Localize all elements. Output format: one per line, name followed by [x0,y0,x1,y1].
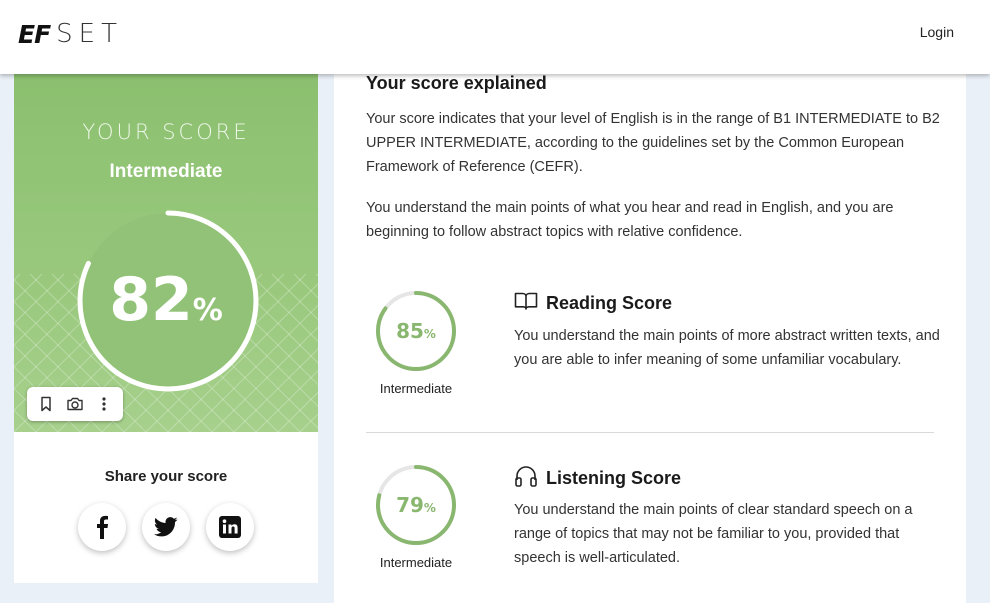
linkedin-icon[interactable] [206,503,254,551]
listening-score: 79% [375,493,457,517]
listening-level: Intermediate [379,555,453,570]
reading-title: Reading Score [546,293,673,313]
explanation-card: Your score explained Your score indicate… [334,73,966,603]
top-header: EF SET Login [0,0,990,74]
explanation-title: Your score explained [366,73,547,93]
reading-score-value: 85 [396,319,424,343]
section-divider [366,432,934,433]
score-panel: YOUR SCORE Intermediate 82% [14,74,318,432]
login-link[interactable]: Login [920,24,954,40]
bookmark-icon[interactable] [33,391,59,417]
score-card: YOUR SCORE Intermediate 82% Share your s… [14,74,318,583]
camera-icon[interactable] [62,391,88,417]
reading-description: You understand the main points of more a… [514,328,940,368]
listening-score-value: 79 [396,493,424,517]
logo-text: SET [56,19,123,49]
level-label: Intermediate [109,161,223,182]
share-title: Share your score [104,468,228,485]
overall-score: 82% [76,265,256,335]
listening-score-percent: % [423,501,436,515]
overall-score-percent: % [192,293,223,328]
your-score-heading: YOUR SCORE [82,120,250,144]
more-vertical-icon[interactable] [91,391,117,417]
explanation-paragraph-1: Your score indicates that your level of … [366,111,940,175]
explanation-paragraph-2: You understand the main points of what y… [366,200,894,240]
reading-score-percent: % [423,327,436,341]
pattern-line [14,273,21,281]
reading-level: Intermediate [379,381,453,396]
book-icon [514,291,538,316]
listening-heading: Listening Score [514,465,681,492]
image-toolbar [27,387,123,421]
listening-title: Listening Score [546,468,682,488]
reading-score: 85% [375,319,457,343]
ef-set-logo[interactable]: EF SET [18,19,123,49]
twitter-icon[interactable] [142,503,190,551]
logo-mark: EF [18,19,51,49]
facebook-icon[interactable] [78,503,126,551]
overall-score-value: 82 [109,265,193,335]
reading-heading: Reading Score [514,291,672,316]
headphones-icon [514,465,538,492]
pattern-line [271,273,318,321]
listening-description: You understand the main points of clear … [514,502,913,566]
